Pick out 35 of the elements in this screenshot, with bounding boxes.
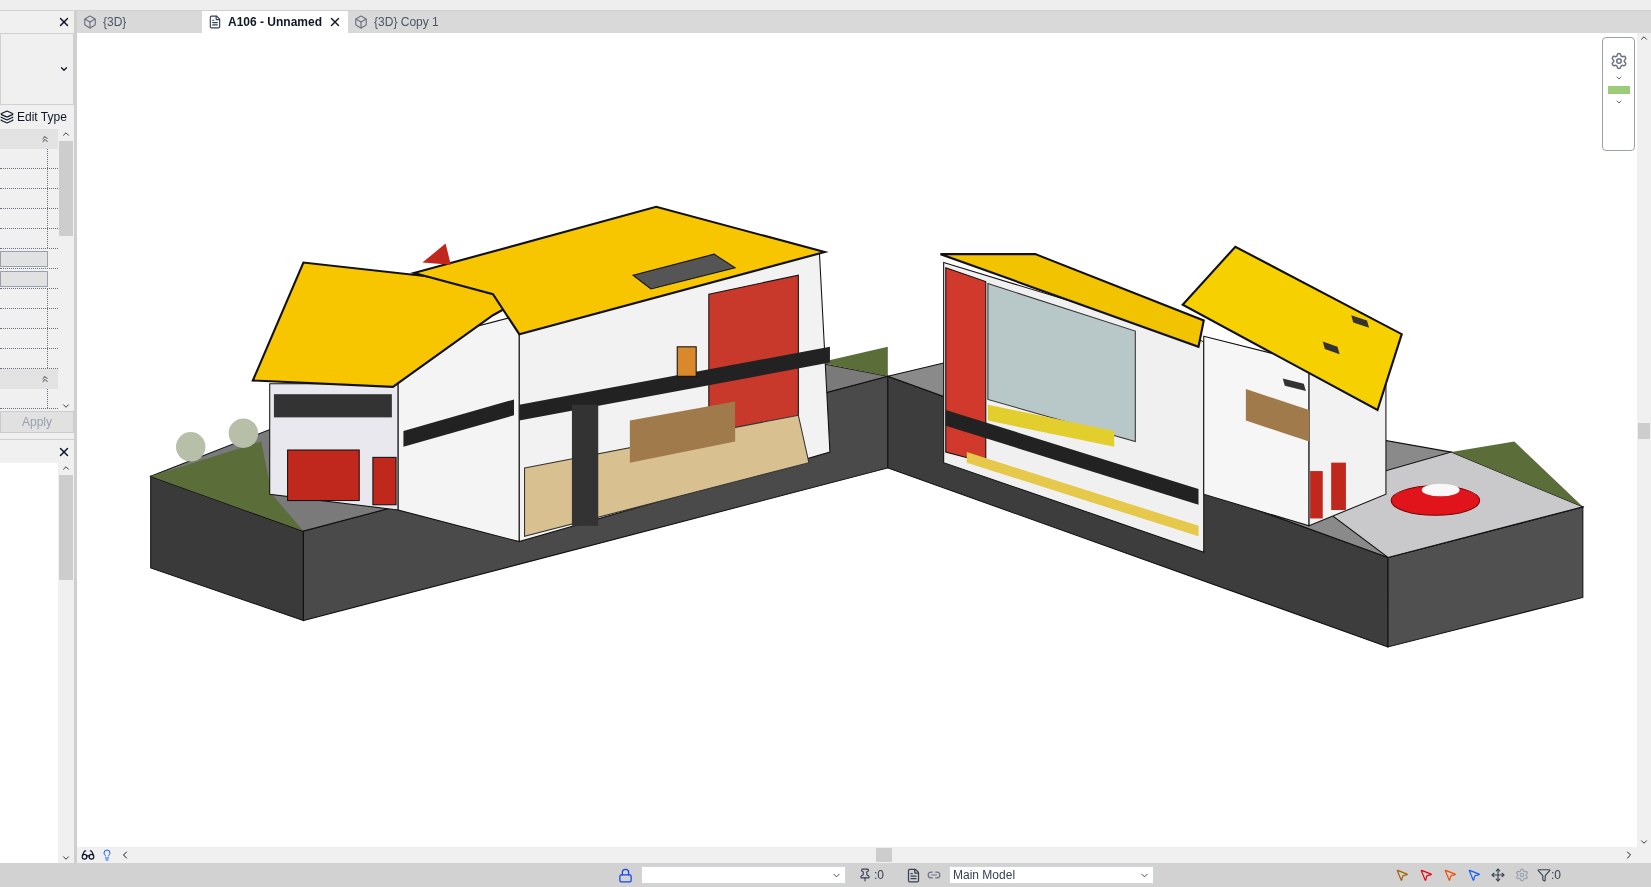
view-tab[interactable]: A106 - Unnamed (202, 11, 349, 33)
scroll-thumb[interactable] (876, 848, 892, 862)
design-option-dropdown[interactable]: Main Model (949, 866, 1154, 884)
drag-elements-icon[interactable] (1491, 868, 1505, 882)
scroll-down-icon[interactable] (61, 853, 71, 863)
cube-icon (83, 15, 97, 29)
scroll-down-icon[interactable] (1639, 837, 1649, 847)
close-icon[interactable] (57, 15, 71, 29)
caret-icon[interactable] (1614, 74, 1623, 82)
filter-count: :0 (1551, 867, 1561, 884)
scroll-thumb[interactable] (59, 141, 73, 236)
filter-icon[interactable] (1537, 868, 1551, 882)
vertical-scrollbar[interactable] (1637, 33, 1651, 847)
glasses-icon[interactable] (81, 848, 95, 862)
scroll-up-icon[interactable] (61, 129, 71, 139)
scroll-thumb[interactable] (1638, 423, 1650, 439)
sheet-icon (208, 15, 222, 29)
design-option-value: Main Model (953, 867, 1016, 884)
link-icon[interactable] (927, 868, 941, 882)
navigation-bar[interactable] (1602, 37, 1635, 151)
property-button[interactable] (0, 270, 48, 287)
collapse-icon (40, 374, 50, 384)
scroll-down-icon[interactable] (61, 401, 71, 411)
selection-count: :0 (874, 867, 884, 884)
collapse-icon (40, 134, 50, 144)
edit-type-icon (0, 110, 14, 124)
bulb-icon[interactable] (101, 849, 113, 861)
cube-icon (354, 15, 369, 29)
scroll-up-icon[interactable] (61, 463, 71, 473)
caret-icon[interactable] (1614, 98, 1623, 106)
property-button[interactable] (0, 250, 48, 267)
scroll-thumb[interactable] (59, 475, 73, 580)
scroll-up-icon[interactable] (1639, 33, 1649, 43)
caret-icon (59, 64, 69, 74)
edit-type-button[interactable]: Edit Type (0, 105, 74, 129)
